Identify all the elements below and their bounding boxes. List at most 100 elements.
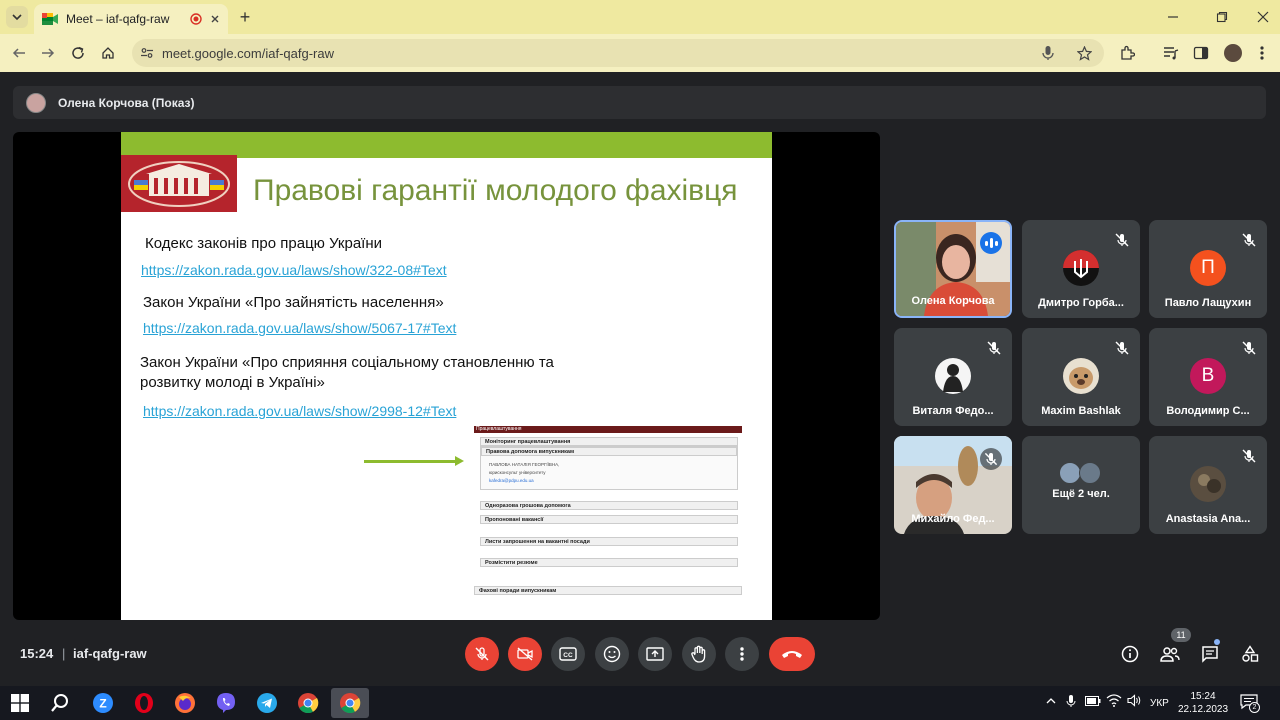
extensions-icon[interactable] [1117,43,1137,63]
mic-off-icon [1242,233,1256,247]
closed-captions-icon: CC [559,647,577,661]
site-info-icon[interactable] [140,46,154,60]
captions-button[interactable]: CC [551,637,585,671]
present-screen-button[interactable] [638,637,672,671]
input-language-indicator[interactable]: УКР [1150,698,1169,709]
participant-name: Михайло Фед... [911,513,995,525]
tab-meet[interactable]: Meet – iaf-qafg-raw [34,4,228,34]
media-controls-icon[interactable] [1161,43,1181,63]
more-options-button[interactable] [725,637,759,671]
arrow-right-icon [42,48,55,58]
mini-row: Листи запрошення на вакантні посади [480,537,738,546]
show-hidden-icons-chevron-icon[interactable] [1046,697,1056,705]
participant-tile[interactable]: Anastasia Ana... [1149,436,1267,534]
participant-initial-avatar: П [1190,250,1226,286]
participant-name: Anastasia Ana... [1165,513,1251,525]
close-tab-icon[interactable] [210,14,220,24]
mic-off-icon [475,647,489,661]
mini-contact-email: kafedra@pdpu.edu.ua [489,478,534,483]
presenter-avatar [26,92,46,113]
meeting-details-button[interactable] [1119,643,1141,665]
group-avatar [1079,462,1101,484]
tab-strip: Meet – iaf-qafg-raw + [0,0,1280,34]
participant-tile[interactable]: Михайло Фед... [894,436,1012,534]
mini-contact-box: Правова допомога випускникам ПАВЛОВА НАТ… [480,446,738,490]
participant-tile[interactable]: В Володимир С... [1149,328,1267,426]
recording-icon [190,13,202,25]
participant-tile[interactable]: Maxim Bashlak [1022,328,1140,426]
arrow-head [455,456,464,466]
mini-header: Працевлаштування [474,426,742,433]
mini-screenshot: Працевлаштування Моніторинг працевлаштув… [474,424,742,606]
chrome-app-icon-active[interactable] [331,688,369,718]
tab-search-button[interactable] [6,6,28,28]
restore-icon[interactable] [1213,8,1231,26]
search-button[interactable] [47,690,73,716]
chevron-down-icon [12,14,22,21]
slide-item-link[interactable]: https://zakon.rada.gov.ua/laws/show/5067… [143,320,456,336]
university-logo [121,155,237,212]
mic-off-icon [980,448,1002,470]
chat-button[interactable] [1199,643,1221,665]
participant-tile[interactable]: Олена Корчова [894,220,1012,318]
system-time: 15:24 [1190,691,1216,702]
menu-kebab-icon[interactable] [1252,43,1272,63]
microphone-icon[interactable] [1041,45,1055,61]
system-clock[interactable]: 15:24 22.12.2023 [1178,690,1228,716]
tab-title: Meet – iaf-qafg-raw [66,12,170,26]
camera-toggle-button[interactable] [508,637,542,671]
volume-icon[interactable] [1127,694,1141,707]
participant-tile[interactable]: Виталя Федо... [894,328,1012,426]
battery-icon[interactable] [1085,696,1101,706]
hand-icon [691,645,706,663]
windows-start-button[interactable] [7,690,33,716]
zoom-app-icon[interactable]: Z [90,690,116,716]
participant-name: Ещё 2 чел. [1052,488,1110,500]
mini-row: Фахові поради випускникам [474,586,742,595]
participant-tile-others[interactable]: Ещё 2 чел. [1022,436,1140,534]
home-button[interactable] [97,42,119,64]
participant-tile[interactable]: П Павло Лащухин [1149,220,1267,318]
activities-button[interactable] [1239,643,1261,665]
participant-name: Олена Корчова [911,295,995,307]
participant-photo-avatar [1190,466,1226,502]
participant-tile[interactable]: Дмитро Горба... [1022,220,1140,318]
slide-item-link[interactable]: https://zakon.rada.gov.ua/laws/show/322-… [141,262,447,278]
back-button[interactable] [8,42,30,64]
reload-button[interactable] [67,42,89,64]
bookmark-star-icon[interactable] [1077,45,1092,61]
forward-button[interactable] [37,42,59,64]
people-button[interactable] [1159,643,1181,665]
slide-item-link[interactable]: https://zakon.rada.gov.ua/laws/show/2998… [143,403,456,419]
minimize-icon[interactable] [1164,8,1182,26]
viber-app-icon[interactable] [213,690,239,716]
profile-avatar[interactable] [1224,44,1242,62]
reload-icon [72,46,84,59]
mini-contact-name: ПАВЛОВА НАТАЛІЯ ГЕОРГІЇВНА, [489,462,560,467]
windows-logo-icon [11,694,29,712]
mini-row: Пропоновані вакансії [480,515,738,524]
close-icon[interactable] [1254,8,1272,26]
wifi-icon[interactable] [1106,694,1122,707]
slide-item-text-continued: розвитку молоді в Україні» [140,374,325,391]
address-bar[interactable]: meet.google.com/iaf-qafg-raw [132,39,1104,67]
reactions-button[interactable] [595,637,629,671]
side-panel-icon[interactable] [1191,43,1211,63]
firefox-app-icon[interactable] [172,690,198,716]
mic-toggle-button[interactable] [465,637,499,671]
new-tab-button[interactable]: + [234,6,256,28]
opera-app-icon[interactable] [131,690,157,716]
trident-icon [1063,250,1099,286]
telegram-app-icon[interactable] [254,690,280,716]
participant-name: Володимир С... [1166,405,1250,417]
people-count-badge: 11 [1171,628,1191,642]
group-avatar [1059,462,1081,484]
arrow-left-icon [12,48,25,58]
mini-row: Правова допомога випускникам [481,447,737,456]
raise-hand-button[interactable] [682,637,716,671]
system-date: 22.12.2023 [1178,704,1229,715]
microphone-tray-icon[interactable] [1066,694,1076,708]
camera-off-icon [517,647,533,661]
chrome-app-icon[interactable] [295,690,321,716]
leave-call-button[interactable] [769,637,815,671]
